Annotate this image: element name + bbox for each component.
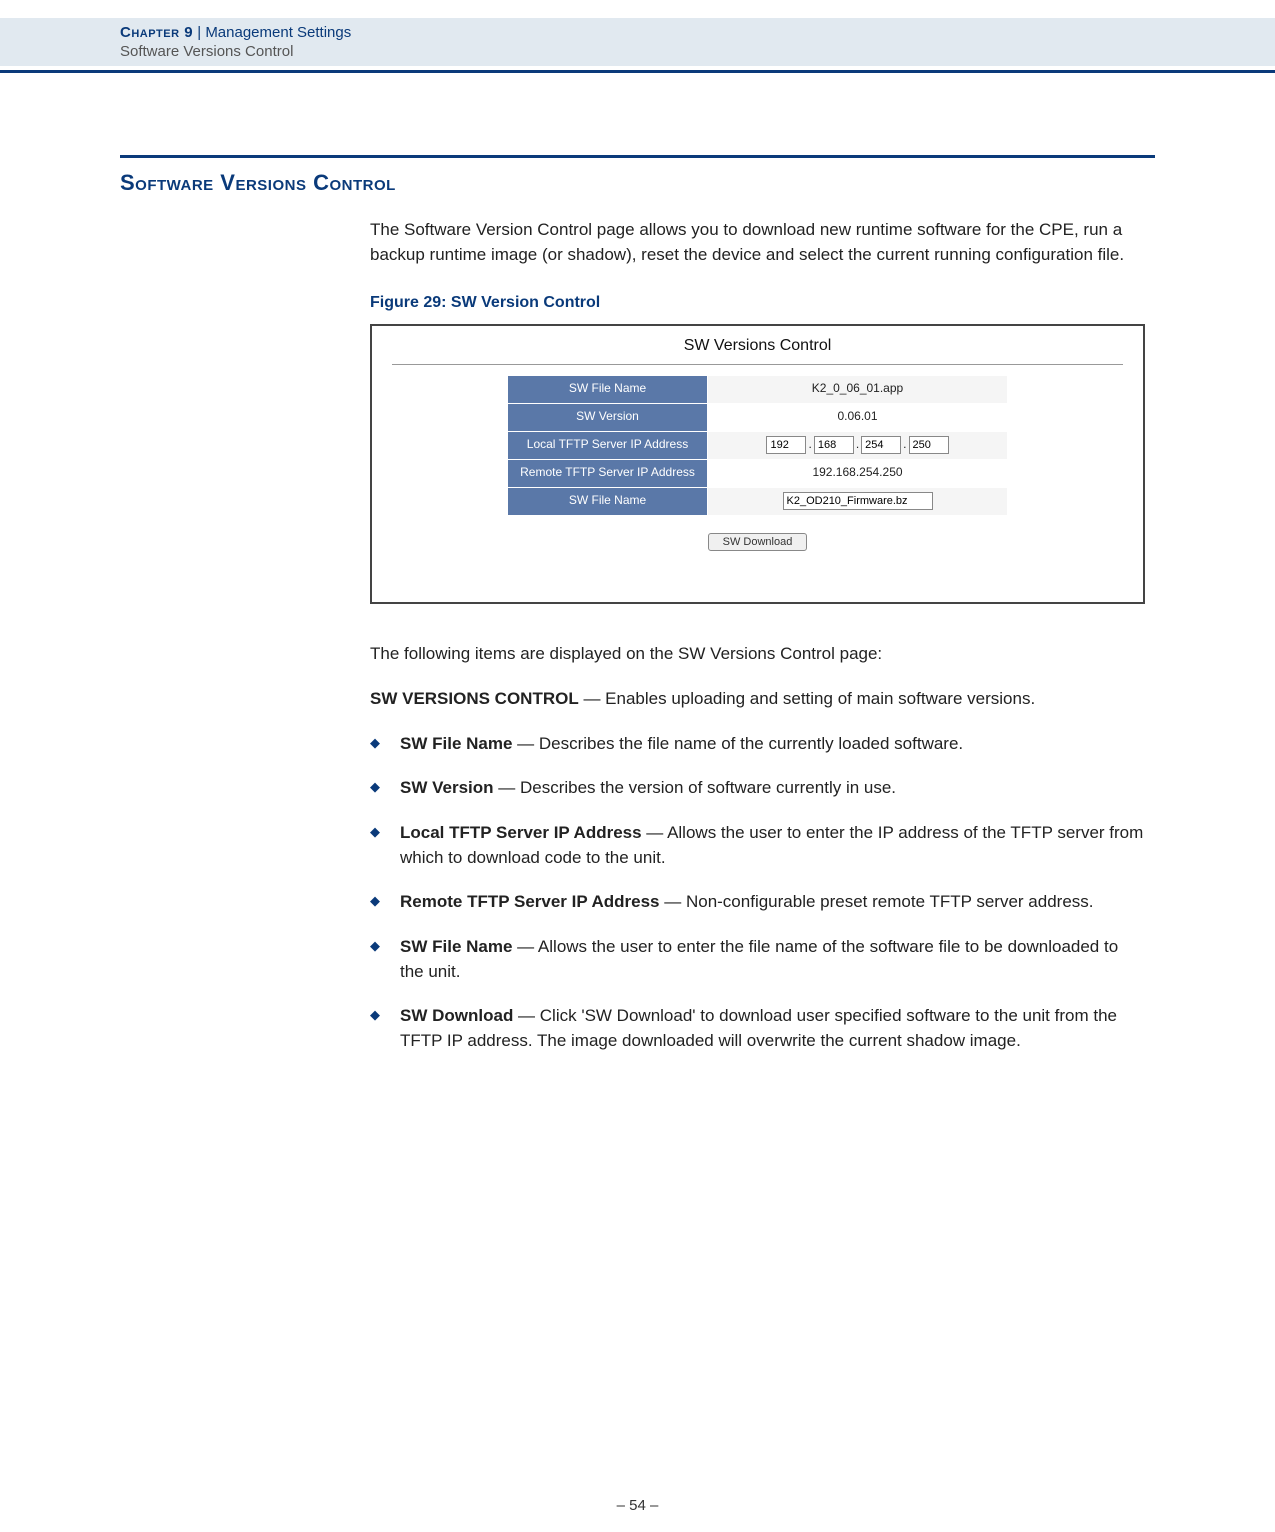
- sw-download-button[interactable]: SW Download: [708, 533, 808, 551]
- page-header: Chapter 9 | Management Settings Software…: [0, 18, 1275, 66]
- row-value: 192.168.254.250: [708, 459, 1008, 487]
- chapter-title: Management Settings: [205, 24, 351, 41]
- row-label: Local TFTP Server IP Address: [508, 431, 708, 459]
- group-text: — Enables uploading and setting of main …: [579, 689, 1035, 708]
- table-row: SW File Name: [508, 487, 1008, 515]
- section-rule: [120, 155, 1155, 158]
- chapter-label: Chapter 9: [120, 24, 193, 41]
- table-row: SW File Name K2_0_06_01.app: [508, 375, 1008, 403]
- ip-octet-3-input[interactable]: [861, 436, 901, 454]
- section-title: Software Versions Control: [120, 170, 396, 196]
- item-term: SW Version: [400, 778, 494, 797]
- item-text: — Describes the file name of the current…: [512, 734, 963, 753]
- table-row: Local TFTP Server IP Address ...: [508, 431, 1008, 459]
- ip-octet-2-input[interactable]: [814, 436, 854, 454]
- list-item: SW File Name — Describes the file name o…: [370, 732, 1145, 757]
- header-rule: [0, 70, 1275, 73]
- row-value-file: [708, 487, 1008, 515]
- row-value: 0.06.01: [708, 403, 1008, 431]
- download-button-wrap: SW Download: [372, 528, 1143, 553]
- item-term: SW Download: [400, 1006, 513, 1025]
- figure-divider: [392, 364, 1123, 365]
- chapter-separator: |: [193, 24, 205, 41]
- row-label: SW Version: [508, 403, 708, 431]
- ip-separator: .: [903, 436, 906, 453]
- row-value: K2_0_06_01.app: [708, 375, 1008, 403]
- figure-box: SW Versions Control SW File Name K2_0_06…: [370, 324, 1145, 604]
- ip-octet-1-input[interactable]: [766, 436, 806, 454]
- description-group: SW VERSIONS CONTROL — Enables uploading …: [370, 687, 1145, 712]
- row-label: Remote TFTP Server IP Address: [508, 459, 708, 487]
- body-column: The Software Version Control page allows…: [370, 218, 1145, 1074]
- list-item: Local TFTP Server IP Address — Allows th…: [370, 821, 1145, 870]
- ip-separator: .: [856, 436, 859, 453]
- description-lead: The following items are displayed on the…: [370, 642, 1145, 667]
- table-row: SW Version 0.06.01: [508, 403, 1008, 431]
- item-term: Local TFTP Server IP Address: [400, 823, 642, 842]
- item-term: Remote TFTP Server IP Address: [400, 892, 660, 911]
- row-value-ip: ...: [708, 431, 1008, 459]
- list-item: SW Version — Describes the version of so…: [370, 776, 1145, 801]
- row-label: SW File Name: [508, 487, 708, 515]
- figure-title: SW Versions Control: [372, 326, 1143, 357]
- row-label: SW File Name: [508, 375, 708, 403]
- ip-octet-4-input[interactable]: [909, 436, 949, 454]
- ip-separator: .: [808, 436, 811, 453]
- page-footer: – 54 –: [0, 1497, 1275, 1514]
- figure-table: SW File Name K2_0_06_01.app SW Version 0…: [507, 375, 1008, 516]
- figure-caption: Figure 29: SW Version Control: [370, 291, 1145, 314]
- item-term: SW File Name: [400, 734, 512, 753]
- chapter-subheading: Software Versions Control: [120, 43, 1275, 60]
- list-item: SW Download — Click 'SW Download' to dow…: [370, 1004, 1145, 1053]
- bullet-list: SW File Name — Describes the file name o…: [370, 732, 1145, 1054]
- chapter-line: Chapter 9 | Management Settings: [120, 24, 1275, 41]
- table-row: Remote TFTP Server IP Address 192.168.25…: [508, 459, 1008, 487]
- group-title: SW VERSIONS CONTROL: [370, 689, 579, 708]
- section-intro: The Software Version Control page allows…: [370, 218, 1145, 267]
- item-term: SW File Name: [400, 937, 512, 956]
- list-item: Remote TFTP Server IP Address — Non-conf…: [370, 890, 1145, 915]
- item-text: — Non-configurable preset remote TFTP se…: [660, 892, 1094, 911]
- sw-file-name-input[interactable]: [783, 492, 933, 510]
- list-item: SW File Name — Allows the user to enter …: [370, 935, 1145, 984]
- item-text: — Describes the version of software curr…: [494, 778, 897, 797]
